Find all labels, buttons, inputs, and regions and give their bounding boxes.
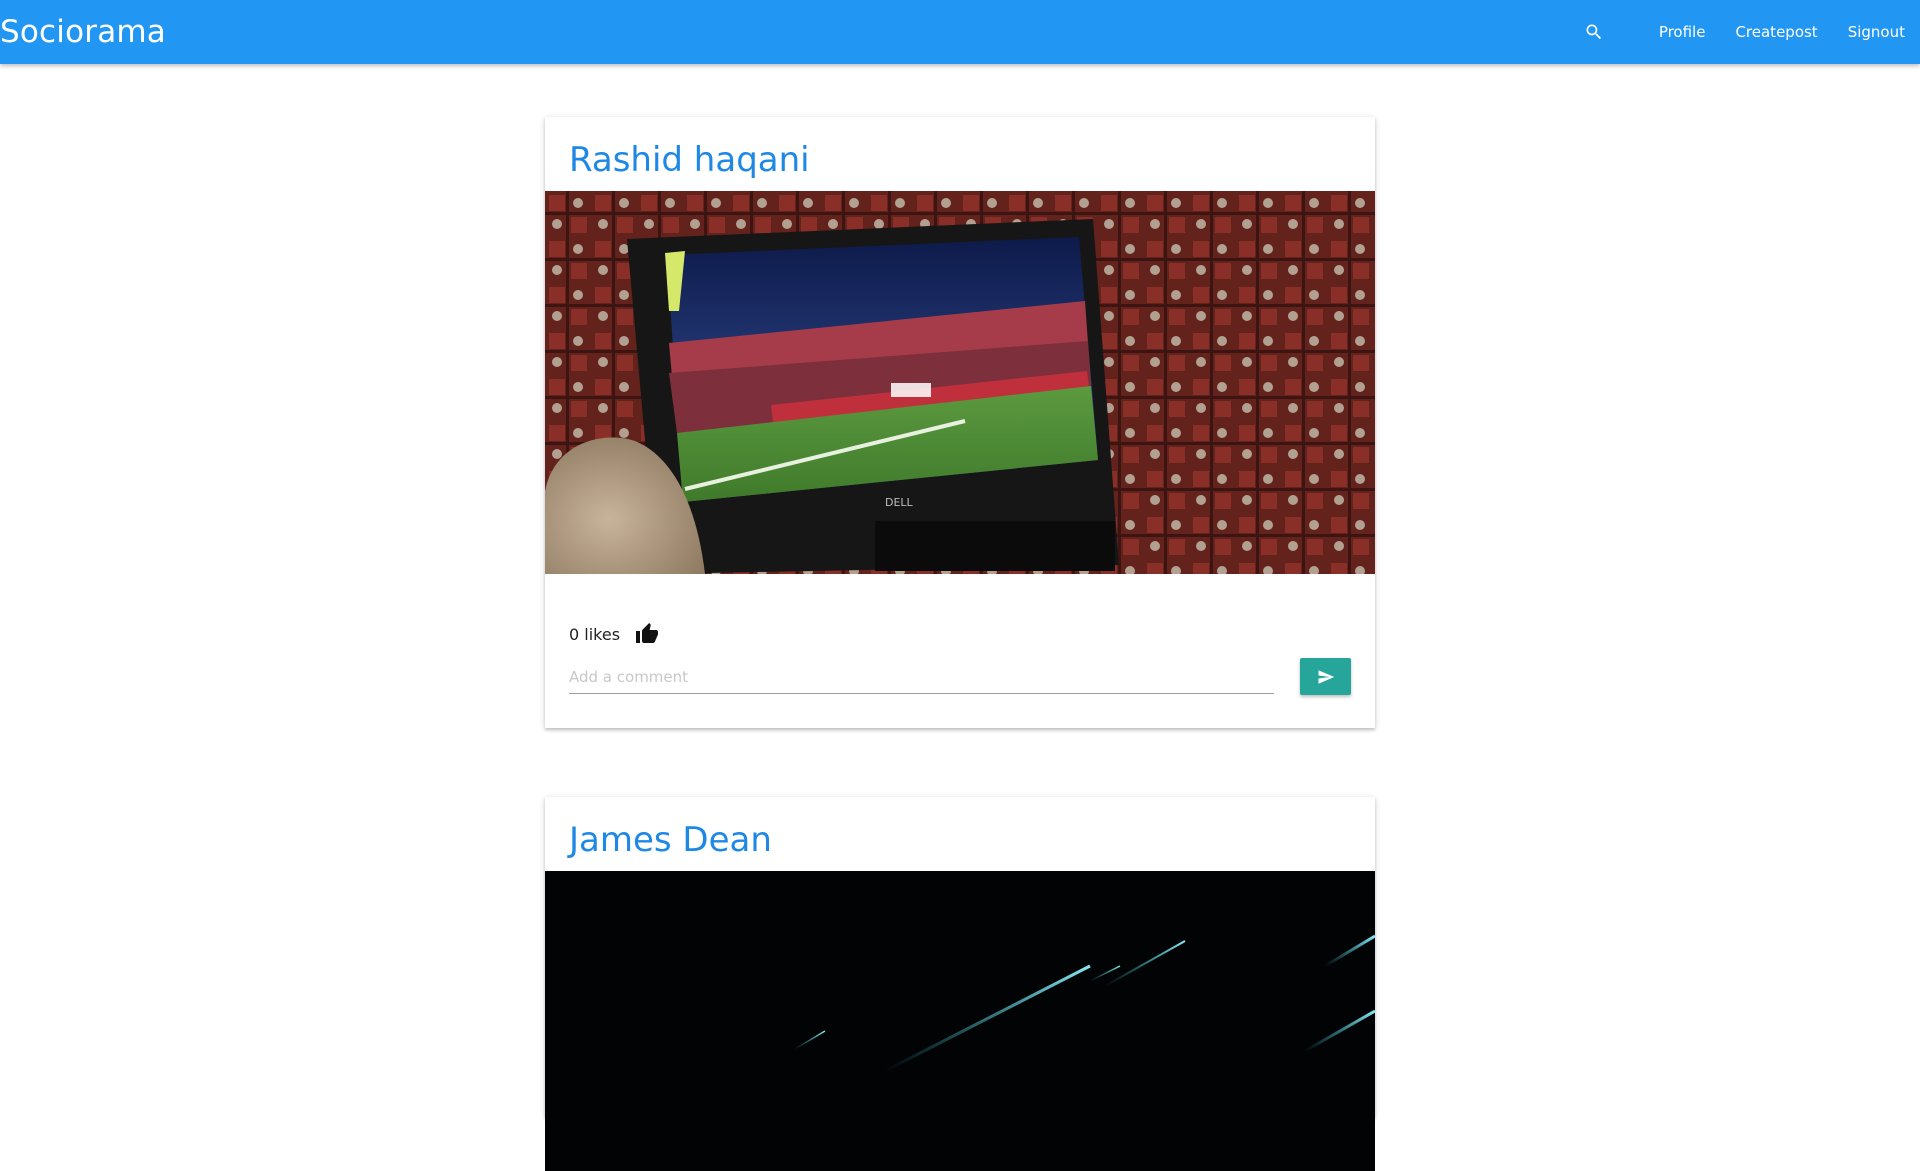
post-image: [545, 871, 1375, 1171]
post-author[interactable]: James Dean: [545, 797, 1375, 871]
nav-createpost-link[interactable]: Createpost: [1720, 0, 1832, 64]
send-icon: [1318, 669, 1334, 684]
post-author[interactable]: Rashid haqani: [545, 117, 1375, 191]
search-icon[interactable]: [1576, 14, 1612, 50]
post-footer: 0 likes: [545, 622, 1375, 716]
nav-profile-link[interactable]: Profile: [1644, 0, 1721, 64]
top-navbar: Sociorama Profile Createpost Signout: [0, 0, 1920, 64]
likes-row: 0 likes: [569, 622, 1351, 646]
send-comment-button[interactable]: [1300, 658, 1351, 695]
post-image: DELL: [545, 191, 1375, 574]
comment-form: [569, 656, 1351, 716]
comment-input[interactable]: [569, 660, 1274, 694]
svg-text:DELL: DELL: [885, 496, 914, 509]
likes-count: 0 likes: [569, 624, 621, 644]
thumb-up-icon[interactable]: [634, 621, 660, 647]
brand-logo[interactable]: Sociorama: [0, 10, 166, 54]
post-card: James Dean: [545, 797, 1375, 1171]
nav-signout-link[interactable]: Signout: [1833, 0, 1920, 64]
post-card: Rashid haqani DELL 0 likes Add a comment: [545, 117, 1375, 728]
nav-links: Profile Createpost Signout: [1576, 0, 1920, 64]
